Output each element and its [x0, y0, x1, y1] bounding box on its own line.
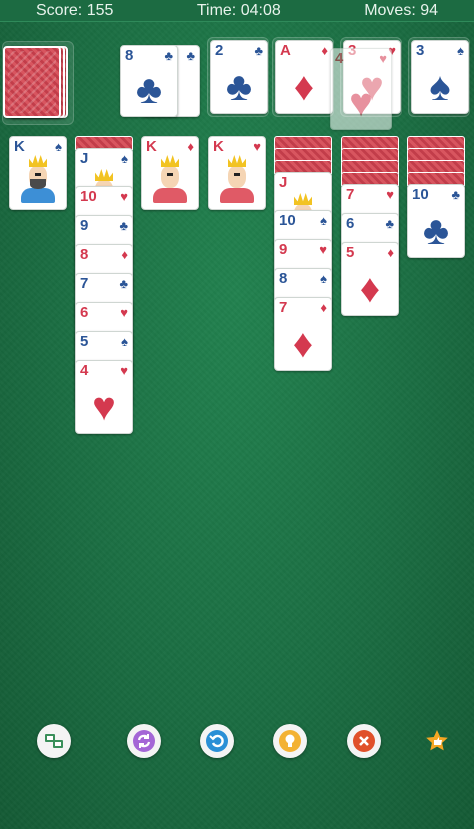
card-rank: 8: [125, 47, 134, 64]
tableau-card[interactable]: K ♥: [208, 136, 266, 210]
felt-background: [0, 0, 474, 829]
card-rank: 2: [215, 42, 224, 59]
themes-button[interactable]: [37, 724, 71, 758]
clubs-pip-icon: ♣: [422, 209, 450, 253]
diamonds-suit-icon: ♦: [321, 43, 328, 58]
card-rank: 3: [416, 42, 425, 59]
clubs-suit-icon: ♣: [164, 48, 173, 63]
card-rank: 8: [279, 270, 288, 287]
hearts-suit-icon: ♥: [120, 305, 128, 320]
face-card-portrait: [19, 155, 57, 203]
diamonds-suit-icon: ♦: [387, 245, 394, 260]
clubs-suit-icon: ♣: [119, 276, 128, 291]
foundation-card[interactable]: 2 ♣ ♣: [210, 40, 268, 114]
foundation-card[interactable]: A ♦ ♦: [275, 40, 333, 114]
card-rank: 8: [80, 246, 89, 263]
diamonds-pip-icon: ♦: [293, 65, 315, 109]
status-bar: Score: 155 Time: 04:08 Moves: 94: [0, 0, 474, 22]
star-icon: [425, 729, 449, 753]
card-rank: 9: [80, 217, 89, 234]
tableau-card[interactable]: 10 ♣ ♣: [407, 184, 465, 258]
hearts-suit-icon: ♥: [386, 187, 394, 202]
tableau-card[interactable]: K ♦: [141, 136, 199, 210]
card-rank: K: [146, 138, 157, 155]
diamonds-suit-icon: ♦: [320, 300, 327, 315]
clubs-suit-icon: ♣: [451, 187, 460, 202]
card-rank: 10: [80, 188, 97, 205]
clubs-pip-icon: ♣: [225, 65, 253, 109]
hearts-suit-icon: ♥: [120, 363, 128, 378]
close-icon: [352, 729, 376, 753]
spades-suit-icon: ♠: [55, 139, 62, 154]
undo-icon: [205, 729, 229, 753]
moves-label: Moves: 94: [364, 1, 438, 19]
card-rank: 6: [80, 304, 89, 321]
score-label: Score: 155: [36, 1, 114, 19]
clubs-suit-icon: ♣: [119, 218, 128, 233]
spades-suit-icon: ♠: [121, 334, 128, 349]
card-rank: 10: [279, 212, 296, 229]
stock-pile[interactable]: [3, 46, 61, 118]
clubs-suit-icon: ♣: [385, 216, 394, 231]
hearts-suit-icon: ♥: [120, 189, 128, 204]
card-rank: 9: [279, 241, 288, 258]
card-rank: 7: [346, 186, 355, 203]
card-rank: 4: [80, 362, 89, 379]
hint-button[interactable]: [273, 724, 307, 758]
card-rank: A: [280, 42, 291, 59]
undo-button[interactable]: [200, 724, 234, 758]
hearts-pip-icon: ♥: [92, 385, 116, 429]
card-rank: 4: [335, 50, 344, 67]
foundation-card[interactable]: 3 ♠ ♠: [411, 40, 469, 114]
new-game-button[interactable]: [127, 724, 161, 758]
spades-suit-icon: ♠: [320, 271, 327, 286]
dragged-card[interactable]: 4 ♥ ♥: [330, 48, 392, 130]
spades-suit-icon: ♠: [320, 213, 327, 228]
tableau-card[interactable]: 5 ♦ ♦: [341, 242, 399, 316]
clubs-suit-icon: ♣: [254, 43, 263, 58]
face-card-portrait: [218, 155, 256, 203]
card-rank: 6: [346, 215, 355, 232]
rate-button[interactable]: [420, 724, 454, 758]
card-rank: 7: [279, 299, 288, 316]
waste-card[interactable]: 8 ♣ ♣: [120, 45, 178, 117]
spades-suit-icon: ♠: [457, 43, 464, 58]
lightbulb-icon: [278, 729, 302, 753]
tableau-card[interactable]: K ♠: [9, 136, 67, 210]
face-card-portrait: [151, 155, 189, 203]
hearts-suit-icon: ♥: [319, 242, 327, 257]
cards-icon: [42, 729, 66, 753]
card-rank: J: [80, 150, 89, 167]
card-rank: K: [213, 138, 224, 155]
clubs-pip-icon: ♣: [135, 68, 163, 112]
diamonds-pip-icon: ♦: [292, 322, 314, 366]
clubs-suit-icon: ♣: [186, 48, 195, 63]
diamonds-suit-icon: ♦: [187, 139, 194, 154]
diamonds-suit-icon: ♦: [121, 247, 128, 262]
close-button[interactable]: [347, 724, 381, 758]
card-rank: K: [14, 138, 25, 155]
time-label: Time: 04:08: [196, 1, 281, 19]
diamonds-pip-icon: ♦: [359, 267, 381, 311]
card-rank: 10: [412, 186, 429, 203]
tableau-card[interactable]: 7 ♦ ♦: [274, 297, 332, 371]
card-rank: J: [279, 174, 288, 191]
hearts-suit-icon: ♥: [379, 51, 387, 66]
hearts-pip-icon: ♥: [349, 81, 373, 125]
spades-pip-icon: ♠: [429, 65, 451, 109]
tableau-card[interactable]: 4 ♥ ♥: [75, 360, 133, 434]
refresh-icon: [132, 729, 156, 753]
card-rank: 5: [80, 333, 89, 350]
card-rank: 5: [346, 244, 355, 261]
card-rank: 7: [80, 275, 89, 292]
hearts-suit-icon: ♥: [253, 139, 261, 154]
spades-suit-icon: ♠: [121, 151, 128, 166]
